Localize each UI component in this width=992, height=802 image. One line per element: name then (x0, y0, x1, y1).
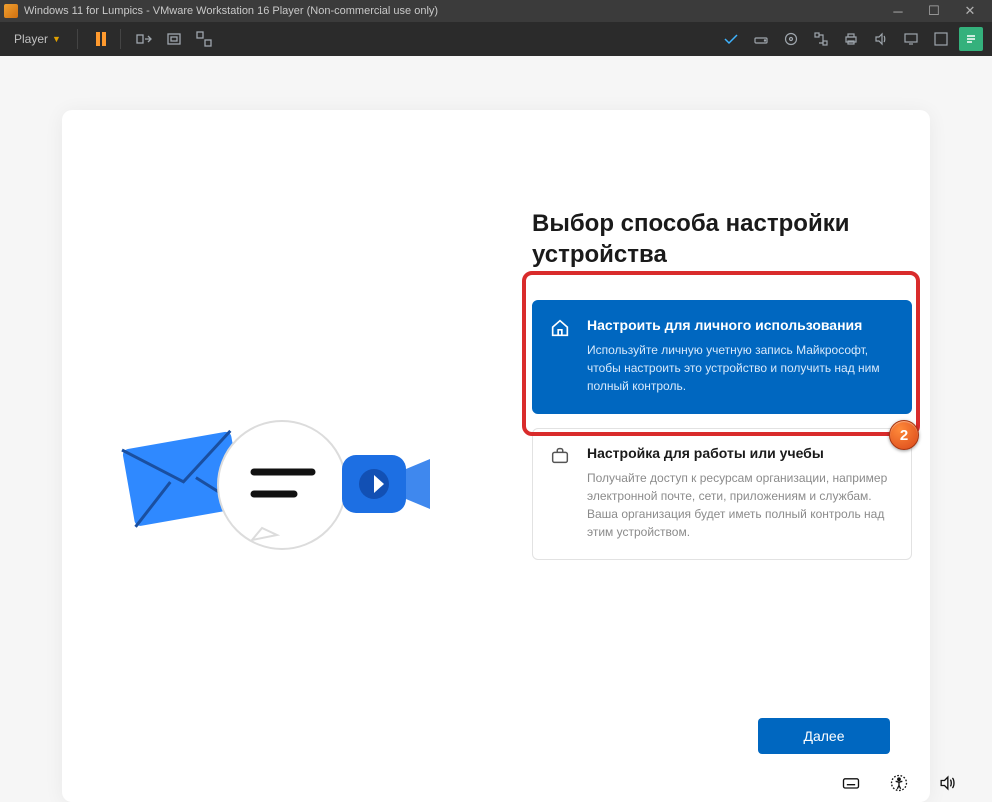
minimize-button[interactable]: ─ (880, 2, 916, 20)
option-desc: Получайте доступ к ресурсам организации,… (587, 469, 893, 541)
vmware-toolbar: Player ▼ (0, 22, 992, 56)
accessibility-icon[interactable] (888, 772, 910, 794)
home-icon (549, 317, 571, 339)
setup-heading: Выбор способа настройки устройства (532, 208, 912, 270)
cd-icon[interactable] (779, 27, 803, 51)
toolbar-divider (77, 29, 78, 49)
player-menu[interactable]: Player ▼ (6, 28, 69, 50)
option-personal[interactable]: Настроить для личного использования Испо… (532, 300, 912, 414)
setup-card: Выбор способа настройки устройства Настр… (62, 110, 930, 802)
guest-viewport: Выбор способа настройки устройства Настр… (0, 56, 992, 802)
step-badge: 2 (889, 420, 919, 450)
option-desc: Используйте личную учетную запись Майкро… (587, 341, 893, 395)
notes-icon[interactable] (959, 27, 983, 51)
caret-down-icon: ▼ (52, 34, 61, 44)
vmware-title-text: Windows 11 for Lumpics - VMware Workstat… (24, 5, 880, 17)
pause-button[interactable] (96, 32, 106, 46)
unity-icon[interactable] (192, 27, 216, 51)
keyboard-icon[interactable] (840, 772, 862, 794)
setup-illustration (112, 400, 432, 580)
briefcase-icon (549, 445, 571, 467)
option-title: Настроить для личного использования (587, 317, 893, 333)
network-icon[interactable] (809, 27, 833, 51)
option-title: Настройка для работы или учебы (587, 445, 893, 461)
close-button[interactable]: ✕ (952, 2, 988, 20)
vmware-app-icon (4, 4, 18, 18)
oobe-system-icons (840, 772, 958, 794)
setup-content: Выбор способа настройки устройства Настр… (532, 208, 912, 574)
next-button[interactable]: Далее (758, 718, 890, 754)
fullscreen-icon[interactable] (162, 27, 186, 51)
drive-icon[interactable] (749, 27, 773, 51)
option-work-school[interactable]: Настройка для работы или учебы Получайте… (532, 428, 912, 560)
send-ctrl-alt-del-icon[interactable] (132, 27, 156, 51)
printer-icon[interactable] (839, 27, 863, 51)
vmware-titlebar: Windows 11 for Lumpics - VMware Workstat… (0, 0, 992, 22)
toolbar-divider (120, 29, 121, 49)
player-menu-label: Player (14, 32, 48, 46)
display-icon[interactable] (899, 27, 923, 51)
sound-icon[interactable] (869, 27, 893, 51)
volume-icon[interactable] (936, 772, 958, 794)
maximize-button[interactable]: ☐ (916, 2, 952, 20)
toolbar-icon[interactable] (929, 27, 953, 51)
toolbar-icon[interactable] (719, 27, 743, 51)
